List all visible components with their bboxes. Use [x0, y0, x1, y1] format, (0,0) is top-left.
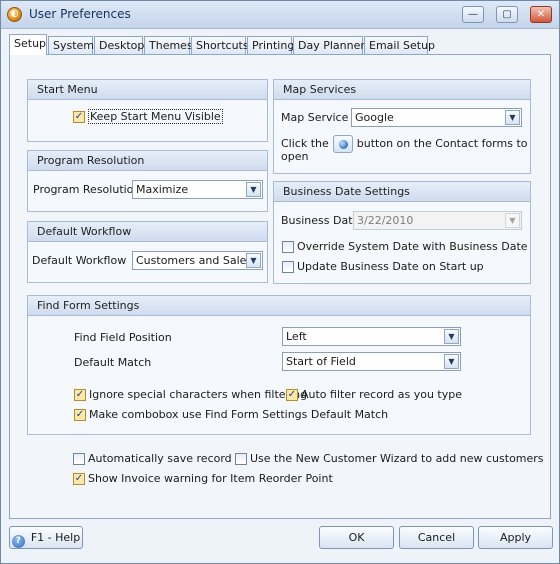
new-customer-wizard-checkbox[interactable]: Use the New Customer Wizard to add new c…: [235, 452, 544, 466]
tab-email-setup[interactable]: Email Setup: [364, 36, 435, 55]
default-workflow-group: Default Workflow Default Workflow Custom…: [27, 221, 268, 283]
default-match-value: Start of Field: [286, 355, 356, 368]
default-workflow-label: Default Workflow: [32, 254, 127, 267]
ignore-special-characters-checkbox[interactable]: ✓ Ignore special characters when filterin…: [74, 388, 307, 402]
map-service-select[interactable]: Google ▼: [351, 108, 522, 127]
map-instructions-open: open: [281, 150, 309, 163]
keep-start-menu-visible-label: Keep Start Menu Visible: [88, 109, 223, 124]
window-title: User Preferences: [29, 7, 131, 21]
override-system-date-label: Override System Date with Business Date: [297, 240, 528, 253]
map-services-group: Map Services Map Service Google ▼ Click …: [273, 79, 531, 174]
globe-icon: [332, 135, 353, 153]
chevron-down-icon[interactable]: ▼: [444, 354, 459, 369]
keep-start-menu-visible-checkbox[interactable]: ✓ Keep Start Menu Visible: [73, 109, 223, 124]
checkbox-check-icon: ✓: [73, 473, 85, 485]
ok-button[interactable]: OK: [319, 526, 394, 549]
app-logo-icon: ◐: [7, 7, 22, 22]
chevron-down-icon[interactable]: ▼: [505, 110, 520, 125]
checkbox-box: [282, 261, 294, 273]
map-service-label: Map Service: [281, 111, 349, 124]
update-business-date-checkbox[interactable]: Update Business Date on Start up: [282, 260, 484, 274]
chevron-down-icon[interactable]: ▼: [505, 213, 520, 228]
map-instructions-start: Click the: [281, 137, 329, 150]
chevron-down-icon[interactable]: ▼: [246, 253, 261, 268]
combobox-default-match-checkbox[interactable]: ✓ Make combobox use Find Form Settings De…: [74, 408, 388, 422]
ignore-special-characters-label: Ignore special characters when filtering: [89, 388, 308, 401]
combobox-default-match-label: Make combobox use Find Form Settings Def…: [89, 408, 389, 421]
invoice-warning-checkbox[interactable]: ✓ Show Invoice warning for Item Reorder P…: [73, 472, 333, 486]
default-match-select[interactable]: Start of Field ▼: [282, 352, 461, 371]
override-system-date-checkbox[interactable]: Override System Date with Business Date: [282, 240, 528, 254]
default-workflow-select[interactable]: Customers and Sales ▼: [132, 251, 263, 270]
program-resolution-group: Program Resolution Program Resolution Ma…: [27, 150, 268, 212]
checkbox-box: [282, 241, 294, 253]
apply-button[interactable]: Apply: [478, 526, 553, 549]
find-field-position-value: Left: [286, 330, 307, 343]
checkbox-check-icon: ✓: [74, 409, 86, 421]
setup-tab-panel: Start Menu ✓ Keep Start Menu Visible Prog…: [9, 54, 551, 519]
find-field-position-select[interactable]: Left ▼: [282, 327, 461, 346]
tab-shortcuts[interactable]: Shortcuts: [191, 36, 249, 55]
business-date-header: Business Date Settings: [274, 182, 530, 202]
program-resolution-label: Program Resolution: [33, 183, 141, 196]
checkbox-check-icon: ✓: [73, 111, 85, 123]
update-business-date-label: Update Business Date on Start up: [297, 260, 484, 273]
auto-filter-checkbox[interactable]: ✓ Auto filter record as you type: [286, 388, 462, 402]
maximize-button[interactable]: ▢: [496, 6, 518, 23]
find-field-position-label: Find Field Position: [74, 331, 172, 344]
map-services-header: Map Services: [274, 80, 530, 100]
default-match-label: Default Match: [74, 356, 152, 369]
program-resolution-value: Maximize: [136, 183, 189, 196]
find-form-settings-header: Find Form Settings: [28, 296, 530, 316]
tab-desktop[interactable]: Desktop: [94, 36, 144, 55]
help-button-label: F1 - Help: [30, 531, 81, 544]
minimize-button[interactable]: —: [462, 6, 484, 23]
help-button[interactable]: ? F1 - Help: [9, 526, 83, 549]
auto-save-record-checkbox[interactable]: Automatically save record: [73, 452, 232, 466]
globe-icon-sphere: [338, 140, 348, 149]
find-form-settings-group: Find Form Settings Find Field Position L…: [27, 295, 531, 435]
checkbox-check-icon: ✓: [74, 389, 86, 401]
cancel-button[interactable]: Cancel: [399, 526, 474, 549]
new-customer-wizard-label: Use the New Customer Wizard to add new c…: [250, 452, 544, 465]
start-menu-header: Start Menu: [28, 80, 267, 100]
user-preferences-window: ◐ User Preferences — ▢ ✕ Setup System De…: [0, 0, 560, 564]
title-bar[interactable]: ◐ User Preferences — ▢ ✕: [1, 1, 559, 29]
program-resolution-select[interactable]: Maximize ▼: [132, 180, 263, 199]
tab-system[interactable]: System: [48, 36, 94, 55]
business-date-picker[interactable]: 3/22/2010 ▼: [353, 211, 522, 230]
tab-setup[interactable]: Setup: [9, 34, 47, 55]
tab-themes[interactable]: Themes: [144, 36, 193, 55]
tab-printing[interactable]: Printing: [247, 36, 294, 55]
checkbox-box: [73, 453, 85, 465]
map-instructions-end: button on the Contact forms to: [356, 137, 528, 150]
business-date-group: Business Date Settings Business Date 3/2…: [273, 181, 531, 284]
auto-filter-label: Auto filter record as you type: [301, 388, 463, 401]
tab-day-planner[interactable]: Day Planner: [293, 36, 365, 55]
checkbox-box: [235, 453, 247, 465]
map-instructions: Click the button on the Contact forms to: [281, 134, 528, 154]
business-date-label: Business Date: [281, 214, 360, 227]
close-button[interactable]: ✕: [530, 6, 552, 23]
help-icon: ?: [11, 535, 25, 548]
chevron-down-icon[interactable]: ▼: [246, 182, 261, 197]
invoice-warning-label: Show Invoice warning for Item Reorder Po…: [88, 472, 333, 485]
program-resolution-header: Program Resolution: [28, 151, 267, 171]
checkbox-check-icon: ✓: [286, 389, 298, 401]
business-date-value: 3/22/2010: [357, 214, 414, 227]
default-workflow-header: Default Workflow: [28, 222, 267, 242]
chevron-down-icon[interactable]: ▼: [444, 329, 459, 344]
start-menu-group: Start Menu ✓ Keep Start Menu Visible: [27, 79, 268, 142]
map-service-value: Google: [355, 111, 394, 124]
default-workflow-value: Customers and Sales: [136, 254, 253, 267]
auto-save-record-label: Automatically save record: [88, 452, 232, 465]
